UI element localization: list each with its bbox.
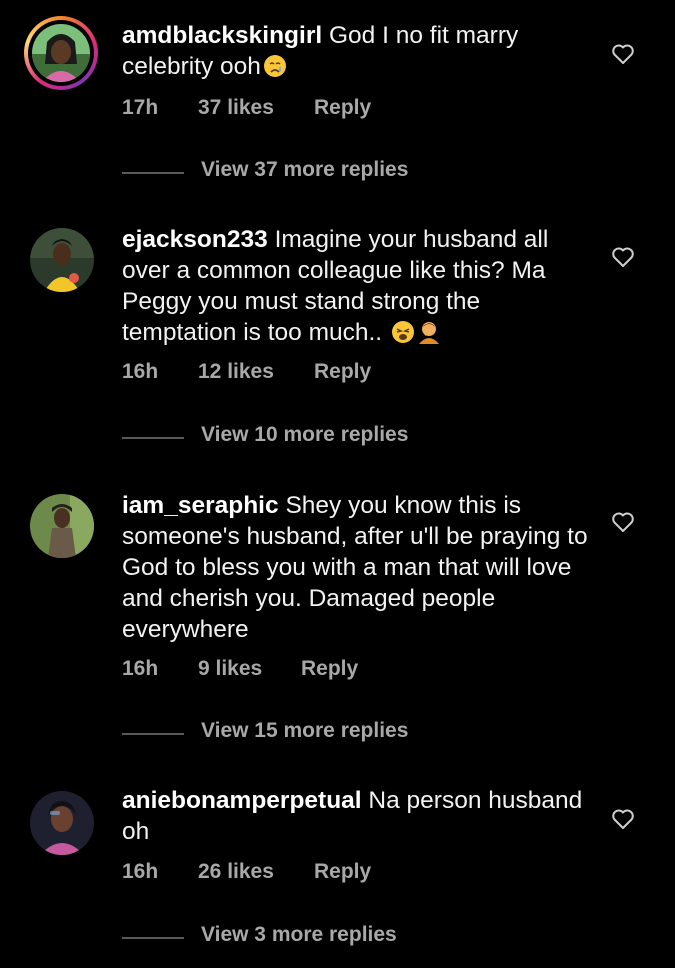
divider-line — [122, 437, 184, 439]
comment-username[interactable]: amdblackskingirl — [122, 22, 322, 49]
avatar[interactable] — [24, 785, 98, 859]
reply-button[interactable]: Reply — [314, 360, 371, 384]
view-replies-label[interactable]: View 10 more replies — [201, 423, 408, 447]
view-replies-button[interactable]: View 10 more replies — [122, 423, 522, 453]
comment-text: aniebonamperpetual Na person husband oh — [122, 785, 592, 847]
comment-likes[interactable]: 26 likes — [198, 860, 274, 884]
reply-button[interactable]: Reply — [314, 860, 371, 884]
comment-time: 16h — [122, 360, 159, 383]
comment-likes[interactable]: 12 likes — [198, 360, 274, 384]
view-replies-button[interactable]: View 37 more replies — [122, 158, 522, 188]
view-replies-button[interactable]: View 3 more replies — [122, 923, 522, 953]
view-replies-label[interactable]: View 3 more replies — [201, 923, 397, 947]
reply-button[interactable]: Reply — [314, 96, 371, 120]
avatar[interactable] — [24, 16, 98, 90]
person-facepalming-emoji — [417, 320, 441, 344]
view-replies-label[interactable]: View 15 more replies — [201, 719, 408, 743]
divider-line — [122, 172, 184, 174]
comment-text: iam_seraphic Shey you know this is someo… — [122, 490, 592, 645]
weary-face-emoji — [391, 320, 415, 344]
view-replies-label[interactable]: View 37 more replies — [201, 158, 408, 182]
divider-line — [122, 733, 184, 735]
comment-likes[interactable]: 37 likes — [198, 96, 274, 120]
reply-button[interactable]: Reply — [301, 657, 358, 681]
comment-time: 16h — [122, 657, 159, 680]
heart-icon[interactable] — [611, 511, 635, 533]
view-replies-button[interactable]: View 15 more replies — [122, 719, 522, 749]
divider-line — [122, 937, 184, 939]
comment-time: 16h — [122, 860, 159, 883]
heart-icon[interactable] — [611, 43, 635, 65]
avatar[interactable] — [24, 488, 98, 562]
avatar[interactable] — [24, 222, 98, 296]
comment-likes[interactable]: 9 likes — [198, 657, 262, 681]
comment-time: 17h — [122, 96, 159, 119]
heart-icon[interactable] — [611, 808, 635, 830]
comment-username[interactable]: aniebonamperpetual — [122, 787, 362, 814]
comment-text: amdblackskingirl God I no fit marry cele… — [122, 20, 592, 82]
heart-icon[interactable] — [611, 246, 635, 268]
comment-text: ejackson233 Imagine your husband all ove… — [122, 224, 592, 348]
crying-face-emoji — [263, 54, 287, 78]
comment-username[interactable]: iam_seraphic — [122, 492, 279, 519]
comment-username[interactable]: ejackson233 — [122, 226, 268, 253]
